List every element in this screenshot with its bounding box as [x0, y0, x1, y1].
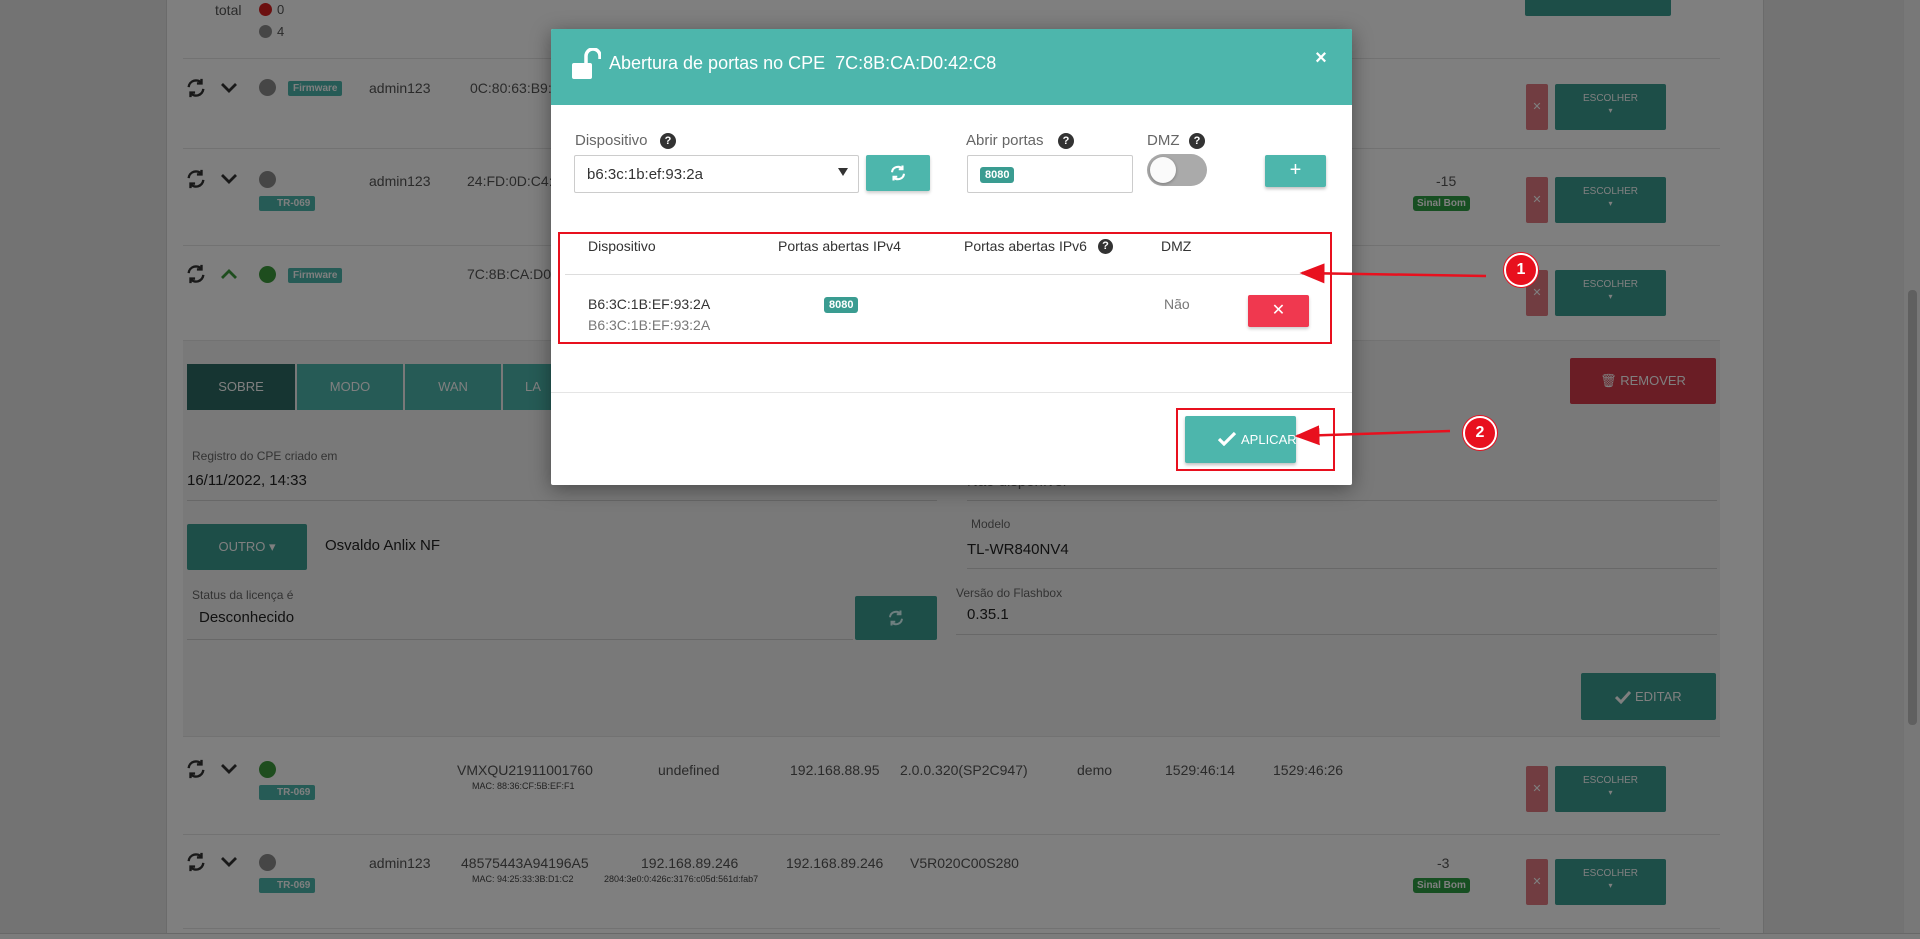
annotation-arrow-2: [1294, 425, 1451, 446]
annotation-arrow-1: [1299, 263, 1487, 284]
annotation-arrows: [1294, 263, 1487, 446]
annotation-number-2: 2: [1463, 416, 1497, 450]
annotation-number-1: 1: [1504, 253, 1538, 287]
